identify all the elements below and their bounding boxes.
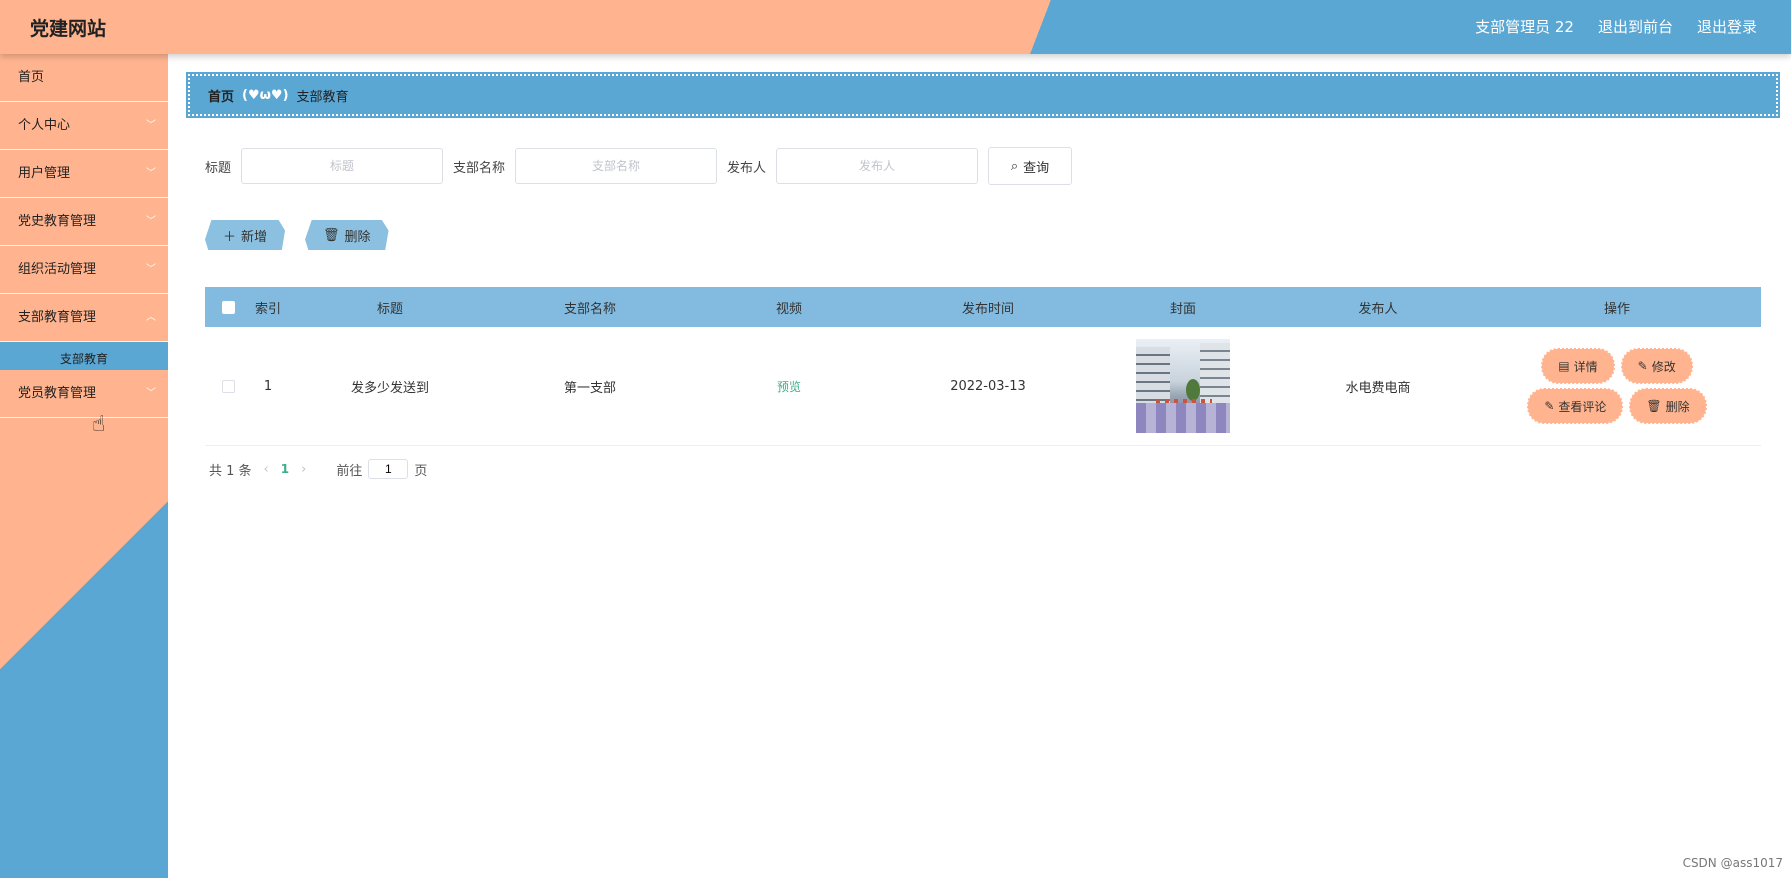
pencil-icon: ✎	[1544, 399, 1555, 413]
view-comments-button-label: 查看评论	[1558, 399, 1607, 414]
sidebar: 首页 个人中心 ﹀ 用户管理 ﹀ 党史教育管理 ﹀ 组织活动管理 ﹀ 支部教育管…	[0, 54, 168, 878]
total-count: 共 1 条	[209, 463, 252, 479]
page-unit-label: 页	[414, 463, 428, 479]
column-header: 视频	[775, 301, 802, 317]
cover-image[interactable]	[1136, 339, 1230, 433]
goto-page-input[interactable]	[368, 459, 409, 479]
breadcrumb-home[interactable]: 首页	[208, 86, 234, 105]
search-form: 标题 支部名称 发布人 ⌕ 查询	[205, 147, 1073, 185]
edit-button[interactable]: ✎ 修改	[1620, 348, 1693, 384]
document-icon: ▤	[1558, 359, 1570, 373]
chevron-right-icon[interactable]: ›	[301, 462, 306, 477]
plus-icon: ＋	[223, 229, 237, 245]
cell-title: 发多少发送到	[350, 380, 429, 396]
column-header: 发布人	[1358, 301, 1398, 317]
add-button[interactable]: ＋ 新增	[205, 220, 286, 250]
sidebar-item-label: 党史教育管理	[18, 214, 97, 229]
page-number-current[interactable]: 1	[281, 462, 289, 476]
sidebar-item-user-management[interactable]: 用户管理 ﹀	[0, 150, 168, 198]
hand-cursor-icon: ☝	[92, 412, 106, 437]
column-header: 发布时间	[961, 301, 1014, 317]
goto-page: 前往 页	[336, 459, 427, 479]
title-input[interactable]	[241, 148, 444, 184]
data-table: 索引 标题 支部名称 视频 发布时间 封面 发布人 操作 1 发多少发送到 第一…	[205, 287, 1761, 446]
sidebar-item-org-activity[interactable]: 组织活动管理 ﹀	[0, 246, 168, 294]
row-operations: ▤ 详情 ✎ 修改 ✎ 查看评论 🗑 删除	[1473, 348, 1761, 424]
row-checkbox[interactable]	[221, 379, 235, 393]
detail-button[interactable]: ▤ 详情	[1541, 348, 1615, 384]
sidebar-item-label: 用户管理	[18, 166, 71, 181]
sidebar-item-party-history[interactable]: 党史教育管理 ﹀	[0, 198, 168, 246]
chevron-down-icon: ﹀	[146, 216, 156, 227]
chevron-down-icon: ﹀	[146, 264, 156, 275]
sidebar-item-home[interactable]: 首页	[0, 54, 168, 102]
sidebar-item-label: 党员教育管理	[18, 386, 97, 401]
chevron-down-icon: ﹀	[146, 388, 156, 399]
table-header: 索引 标题 支部名称 视频 发布时间 封面 发布人 操作	[205, 287, 1761, 327]
breadcrumb-separator: (♥ω♥)	[242, 87, 289, 103]
cell-publisher: 水电费电商	[1345, 380, 1411, 396]
pagination: 共 1 条 ‹ 1 › 前往 页	[209, 459, 427, 479]
row-delete-button-label: 删除	[1665, 399, 1690, 414]
branch-label: 支部名称	[453, 160, 506, 176]
sidebar-item-label: 组织活动管理	[18, 262, 97, 277]
select-all-checkbox[interactable]	[221, 300, 235, 314]
sidebar-item-label: 首页	[18, 70, 45, 85]
column-header: 索引	[254, 301, 281, 317]
trash-icon: 🗑	[323, 227, 340, 243]
query-button-label: 查询	[1023, 160, 1050, 176]
sidebar-item-branch-education[interactable]: 支部教育管理 ︿	[0, 294, 168, 342]
delete-button[interactable]: 🗑 删除	[305, 220, 389, 250]
chevron-down-icon: ﹀	[146, 168, 156, 179]
edit-button-label: 修改	[1651, 359, 1676, 374]
top-header: 党建网站 支部管理员 22 退出到前台 退出登录	[0, 0, 1791, 54]
chevron-left-icon[interactable]: ‹	[264, 462, 269, 477]
detail-button-label: 详情	[1573, 359, 1598, 374]
cell-index: 1	[263, 378, 273, 394]
sidebar-item-label: 支部教育管理	[18, 310, 97, 325]
cell-time: 2022-03-13	[950, 378, 1026, 394]
view-comments-button[interactable]: ✎ 查看评论	[1527, 388, 1624, 424]
column-header: 支部名称	[563, 301, 616, 317]
column-header: 封面	[1169, 301, 1196, 317]
site-title: 党建网站	[30, 18, 107, 40]
pencil-icon: ✎	[1637, 359, 1648, 373]
sidebar-item-member-education[interactable]: 党员教育管理 ﹀	[0, 370, 168, 418]
table-row: 1 发多少发送到 第一支部 预览 2022-03-13 水电费电商 ▤ 详情 ✎…	[205, 327, 1761, 446]
action-row: ＋ 新增 🗑 删除	[205, 220, 389, 250]
row-delete-button[interactable]: 🗑 删除	[1629, 388, 1707, 424]
breadcrumb-current: 支部教育	[296, 89, 349, 105]
chevron-up-icon: ︿	[146, 312, 156, 323]
submenu-item-branch-education[interactable]: 支部教育	[0, 342, 168, 370]
publisher-input[interactable]	[776, 148, 979, 184]
column-header: 操作	[1603, 301, 1630, 317]
publisher-label: 发布人	[727, 160, 767, 176]
breadcrumb: 首页 (♥ω♥) 支部教育	[188, 74, 1778, 116]
watermark: CSDN @ass1017	[1682, 856, 1783, 870]
branch-input[interactable]	[515, 148, 718, 184]
trash-icon: 🗑	[1646, 399, 1662, 413]
cell-branch: 第一支部	[563, 380, 616, 396]
current-user-label: 支部管理员 22	[1475, 18, 1574, 36]
title-label: 标题	[205, 160, 232, 176]
video-preview-link[interactable]: 预览	[777, 380, 801, 394]
search-icon: ⌕	[1010, 158, 1019, 174]
sidebar-item-label: 个人中心	[18, 118, 71, 133]
column-header: 标题	[376, 301, 403, 317]
logout-link[interactable]: 退出登录	[1697, 16, 1757, 37]
exit-to-frontend-link[interactable]: 退出到前台	[1598, 16, 1673, 37]
sidebar-item-personal-center[interactable]: 个人中心 ﹀	[0, 102, 168, 150]
goto-label: 前往	[336, 463, 363, 479]
header-right: 支部管理员 22 退出到前台 退出登录	[1475, 16, 1757, 37]
chevron-down-icon: ﹀	[146, 120, 156, 131]
delete-button-label: 删除	[344, 229, 371, 245]
query-button[interactable]: ⌕ 查询	[988, 147, 1073, 185]
add-button-label: 新增	[241, 229, 268, 245]
